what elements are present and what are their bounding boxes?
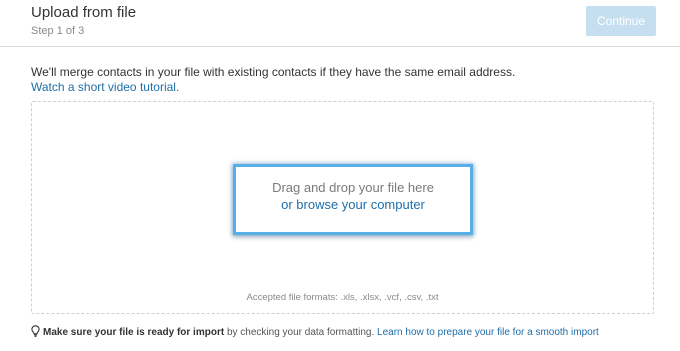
lightbulb-icon: [31, 325, 40, 337]
drag-drop-text: Drag and drop your file here: [272, 180, 434, 195]
import-tip: Make sure your file is ready for import …: [31, 325, 599, 339]
tip-strong-text: Make sure your file is ready for import: [43, 327, 225, 338]
prepare-file-link[interactable]: Learn how to prepare your file for a smo…: [377, 327, 599, 338]
upload-from-file-page: Upload from file Step 1 of 3 Continue We…: [0, 0, 680, 351]
video-tutorial-link[interactable]: Watch a short video tutorial.: [31, 80, 179, 94]
drop-target-highlight[interactable]: Drag and drop your file here or browse y…: [233, 164, 473, 235]
tip-body-text: by checking your data formatting.: [224, 327, 378, 338]
browse-computer-link[interactable]: or browse your computer: [236, 197, 470, 213]
header: Upload from file Step 1 of 3 Continue: [0, 0, 680, 47]
merge-note: We'll merge contacts in your file with e…: [31, 65, 516, 79]
continue-button[interactable]: Continue: [586, 6, 656, 36]
step-indicator: Step 1 of 3: [31, 25, 85, 37]
accepted-formats-text: Accepted file formats: .xls, .xlsx, .vcf…: [246, 292, 439, 303]
page-title: Upload from file: [31, 4, 137, 21]
